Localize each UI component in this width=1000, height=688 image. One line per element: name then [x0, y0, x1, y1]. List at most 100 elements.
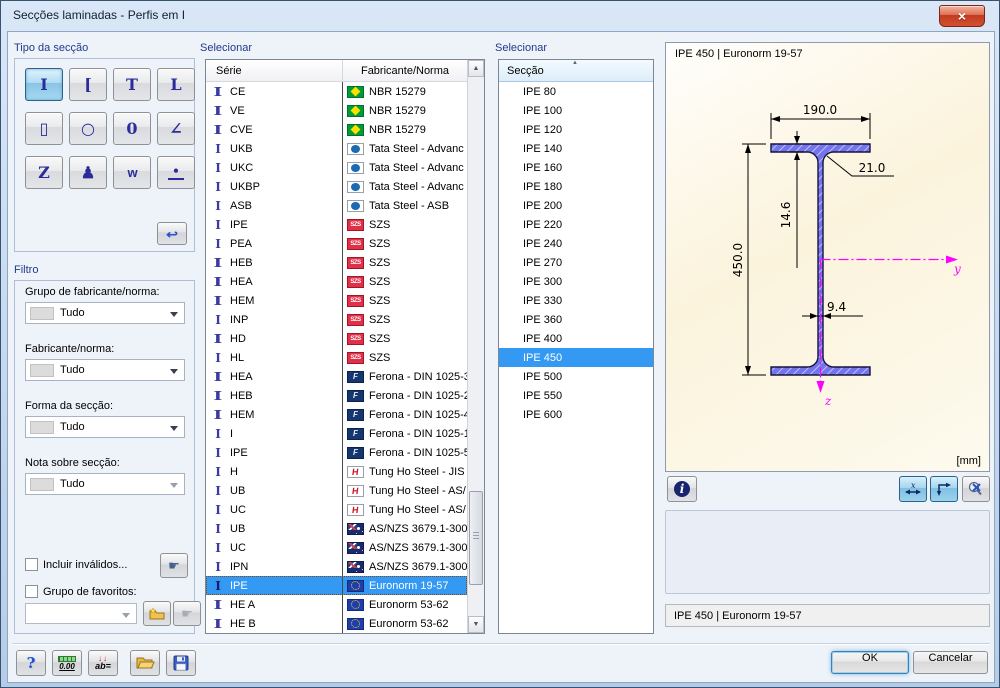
- include-invalid-checkbox[interactable]: Incluir inválidos...: [25, 558, 127, 571]
- table-row[interactable]: UKC Tata Steel - Advanc: [206, 158, 467, 177]
- table-row[interactable]: HEM SZS: [206, 291, 467, 310]
- table-row[interactable]: HEA SZS: [206, 272, 467, 291]
- filter-dropdown[interactable]: Tudo: [25, 302, 185, 324]
- column-header-seccao[interactable]: ▲ Secção: [499, 60, 653, 82]
- list-item[interactable]: IPE 550: [499, 386, 653, 405]
- column-header-serie[interactable]: Série: [206, 60, 342, 81]
- table-row[interactable]: CE NBR 15279: [206, 82, 467, 101]
- list-item[interactable]: IPE 360: [499, 310, 653, 329]
- info-icon: i: [674, 481, 690, 497]
- section-type-button[interactable]: Z: [25, 156, 63, 189]
- table-row[interactable]: I Ferona - DIN 1025-1: [206, 424, 467, 443]
- section-name-field[interactable]: IPE 450 | Euronorm 19-57: [665, 604, 990, 627]
- cancel-button[interactable]: Cancelar: [913, 651, 988, 674]
- save-button[interactable]: [166, 650, 196, 676]
- edit-favorites-button[interactable]: ☛: [173, 601, 201, 626]
- dimension-arrows-icon: x: [904, 481, 922, 497]
- section-type-button[interactable]: ▯: [25, 112, 63, 145]
- i-beam-icon: [212, 617, 224, 631]
- table-row[interactable]: HE B Euronorm 53-62: [206, 614, 467, 633]
- section-type-button[interactable]: T: [113, 68, 151, 101]
- scroll-up-button[interactable]: ▲: [468, 60, 484, 77]
- list-item[interactable]: IPE 300: [499, 272, 653, 291]
- list-item[interactable]: IPE 120: [499, 120, 653, 139]
- scroll-down-button[interactable]: ▼: [468, 616, 484, 633]
- list-item[interactable]: IPE 160: [499, 158, 653, 177]
- list-item[interactable]: IPE 330: [499, 291, 653, 310]
- zoom-off-button[interactable]: [962, 476, 990, 502]
- table-row[interactable]: IPE Euronorm 19-57: [206, 576, 467, 595]
- help-button[interactable]: ?: [16, 650, 46, 676]
- section-type-button[interactable]: ♟: [69, 156, 107, 189]
- table-row[interactable]: INP SZS: [206, 310, 467, 329]
- section-type-button[interactable]: L: [157, 68, 195, 101]
- series-name: H: [230, 466, 238, 478]
- ok-button[interactable]: OK: [831, 651, 909, 674]
- table-row[interactable]: UB Tung Ho Steel - AS/: [206, 481, 467, 500]
- favorites-checkbox[interactable]: Grupo de favoritos:: [25, 585, 137, 598]
- section-type-button[interactable]: ○: [69, 112, 107, 145]
- new-favorites-group-button[interactable]: [143, 601, 171, 626]
- list-item[interactable]: IPE 220: [499, 215, 653, 234]
- list-item[interactable]: IPE 270: [499, 253, 653, 272]
- section-type-button[interactable]: •: [157, 156, 195, 189]
- filter-dropdown[interactable]: Tudo: [25, 359, 185, 381]
- table-row[interactable]: HE A Euronorm 53-62: [206, 595, 467, 614]
- norm-name: NBR 15279: [369, 124, 426, 136]
- section-info-button[interactable]: i: [667, 476, 697, 502]
- list-item[interactable]: IPE 140: [499, 139, 653, 158]
- table-row[interactable]: H Tung Ho Steel - JIS: [206, 462, 467, 481]
- edit-invalid-button[interactable]: ☛: [160, 553, 188, 578]
- section-type-button[interactable]: I: [25, 68, 63, 101]
- table-row[interactable]: HEB Ferona - DIN 1025-2: [206, 386, 467, 405]
- list-item[interactable]: IPE 600: [499, 405, 653, 424]
- toggle-dimensions-button[interactable]: x: [899, 476, 927, 502]
- series-name: IPN: [230, 561, 248, 573]
- table-row[interactable]: UC AS/NZS 3679.1-300: [206, 538, 467, 557]
- list-item[interactable]: IPE 400: [499, 329, 653, 348]
- series-name: ASB: [230, 200, 252, 212]
- section-type-button[interactable]: [: [69, 68, 107, 101]
- table-row[interactable]: UKB Tata Steel - Advanc: [206, 139, 467, 158]
- list-item[interactable]: IPE 500: [499, 367, 653, 386]
- list-item[interactable]: IPE 100: [499, 101, 653, 120]
- table-row[interactable]: UC Tung Ho Steel - AS/: [206, 500, 467, 519]
- column-header-norma[interactable]: Fabricante/Norma: [342, 60, 467, 81]
- list-item[interactable]: IPE 180: [499, 177, 653, 196]
- favorites-dropdown[interactable]: [25, 603, 137, 624]
- series-scrollbar[interactable]: ▲ ▼: [467, 60, 484, 633]
- norm-name: Ferona - DIN 1025-3: [369, 371, 467, 383]
- section-type-button[interactable]: 0: [113, 112, 151, 145]
- table-row[interactable]: HD SZS: [206, 329, 467, 348]
- table-row[interactable]: VE NBR 15279: [206, 101, 467, 120]
- filter-dropdown[interactable]: Tudo: [25, 473, 185, 495]
- table-row[interactable]: ASB Tata Steel - ASB: [206, 196, 467, 215]
- section-type-button[interactable]: w: [113, 156, 151, 189]
- reset-type-button[interactable]: ↩: [157, 222, 187, 245]
- rename-button[interactable]: ↓↓ ab=: [88, 650, 118, 676]
- titlebar[interactable]: Secções laminadas - Perfis em I ×: [1, 1, 999, 31]
- table-row[interactable]: CVE NBR 15279: [206, 120, 467, 139]
- table-row[interactable]: UB AS/NZS 3679.1-300: [206, 519, 467, 538]
- filter-dropdown[interactable]: Tudo: [25, 416, 185, 438]
- table-row[interactable]: HEA Ferona - DIN 1025-3: [206, 367, 467, 386]
- table-row[interactable]: HEM Ferona - DIN 1025-4: [206, 405, 467, 424]
- table-row[interactable]: PEA SZS: [206, 234, 467, 253]
- list-item[interactable]: IPE 200: [499, 196, 653, 215]
- table-row[interactable]: IPE SZS: [206, 215, 467, 234]
- section-type-button[interactable]: ∠: [157, 112, 195, 145]
- chevron-down-icon: [170, 369, 178, 374]
- open-button[interactable]: [130, 650, 160, 676]
- toggle-axes-button[interactable]: [930, 476, 958, 502]
- table-row[interactable]: HL SZS: [206, 348, 467, 367]
- list-item[interactable]: IPE 240: [499, 234, 653, 253]
- table-row[interactable]: IPE Ferona - DIN 1025-5: [206, 443, 467, 462]
- list-item[interactable]: IPE 80: [499, 82, 653, 101]
- list-item[interactable]: IPE 450: [499, 348, 653, 367]
- table-row[interactable]: IPN AS/NZS 3679.1-300: [206, 557, 467, 576]
- close-button[interactable]: ×: [939, 5, 985, 27]
- table-row[interactable]: HEB SZS: [206, 253, 467, 272]
- scrollbar-thumb[interactable]: [469, 491, 483, 585]
- table-row[interactable]: UKBP Tata Steel - Advanc: [206, 177, 467, 196]
- units-button[interactable]: 0.00: [52, 650, 82, 676]
